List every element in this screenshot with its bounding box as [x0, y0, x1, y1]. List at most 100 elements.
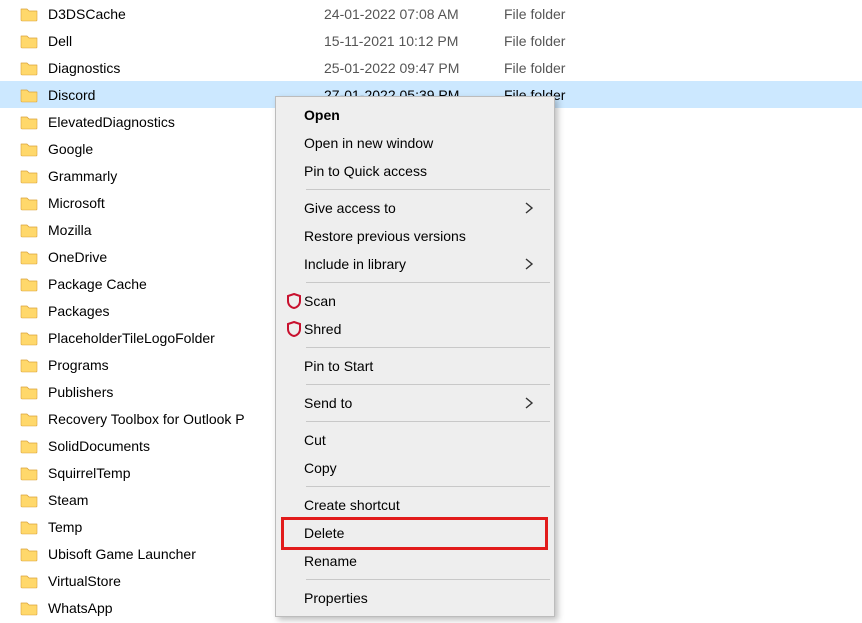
file-name-cell: D3DSCache	[20, 6, 324, 22]
blank-icon	[284, 395, 304, 411]
file-name: Steam	[48, 492, 88, 508]
blank-icon	[284, 497, 304, 513]
blank-icon	[284, 228, 304, 244]
folder-icon	[20, 6, 38, 22]
folder-icon	[20, 168, 38, 184]
file-name: Microsoft	[48, 195, 105, 211]
menu-label: Shred	[304, 321, 536, 337]
file-row[interactable]: D3DSCache24-01-2022 07:08 AMFile folder	[0, 0, 862, 27]
file-row[interactable]: Dell 15-11-2021 10:12 PMFile folder	[0, 27, 862, 54]
folder-icon	[20, 141, 38, 157]
file-name: SquirrelTemp	[48, 465, 130, 481]
blank-icon	[284, 358, 304, 374]
menu-separator	[306, 282, 550, 283]
menu-open[interactable]: Open	[278, 101, 552, 129]
file-date: 25-01-2022 09:47 PM	[324, 60, 504, 76]
blank-icon	[284, 590, 304, 606]
menu-label: Pin to Quick access	[304, 163, 536, 179]
context-menu: Open Open in new window Pin to Quick acc…	[275, 96, 555, 617]
folder-icon	[20, 87, 38, 103]
file-date: 15-11-2021 10:12 PM	[324, 33, 504, 49]
blank-icon	[284, 460, 304, 476]
folder-icon	[20, 60, 38, 76]
folder-icon	[20, 114, 38, 130]
folder-icon	[20, 303, 38, 319]
menu-pin-to-start[interactable]: Pin to Start	[278, 352, 552, 380]
blank-icon	[284, 525, 304, 541]
blank-icon	[284, 163, 304, 179]
folder-icon	[20, 411, 38, 427]
menu-pin-quick-access[interactable]: Pin to Quick access	[278, 157, 552, 185]
shield-icon	[284, 321, 304, 337]
menu-copy[interactable]: Copy	[278, 454, 552, 482]
menu-label: Open	[304, 107, 536, 123]
menu-include-in-library[interactable]: Include in library	[278, 250, 552, 278]
menu-separator	[306, 579, 550, 580]
menu-rename[interactable]: Rename	[278, 547, 552, 575]
menu-delete[interactable]: Delete	[278, 519, 552, 547]
menu-properties[interactable]: Properties	[278, 584, 552, 612]
file-name: D3DSCache	[48, 6, 126, 22]
menu-label: Rename	[304, 553, 536, 569]
file-name: WhatsApp	[48, 600, 113, 616]
folder-icon	[20, 195, 38, 211]
menu-send-to[interactable]: Send to	[278, 389, 552, 417]
menu-scan[interactable]: Scan	[278, 287, 552, 315]
file-name: Publishers	[48, 384, 113, 400]
folder-icon	[20, 222, 38, 238]
menu-give-access-to[interactable]: Give access to	[278, 194, 552, 222]
blank-icon	[284, 256, 304, 272]
file-type: File folder	[504, 6, 624, 22]
file-name: Packages	[48, 303, 109, 319]
menu-label: Give access to	[304, 200, 522, 216]
folder-icon	[20, 465, 38, 481]
folder-icon	[20, 573, 38, 589]
blank-icon	[284, 553, 304, 569]
chevron-right-icon	[522, 201, 536, 215]
menu-shred[interactable]: Shred	[278, 315, 552, 343]
file-name: Package Cache	[48, 276, 147, 292]
menu-label: Include in library	[304, 256, 522, 272]
file-name: Google	[48, 141, 93, 157]
menu-restore-previous[interactable]: Restore previous versions	[278, 222, 552, 250]
file-type: File folder	[504, 60, 624, 76]
menu-separator	[306, 384, 550, 385]
file-name: Programs	[48, 357, 109, 373]
folder-icon	[20, 276, 38, 292]
file-type: File folder	[504, 33, 624, 49]
file-name: PlaceholderTileLogoFolder	[48, 330, 215, 346]
file-name: Grammarly	[48, 168, 117, 184]
folder-icon	[20, 492, 38, 508]
menu-label: Restore previous versions	[304, 228, 536, 244]
file-name: Dell	[48, 33, 72, 49]
menu-label: Pin to Start	[304, 358, 536, 374]
folder-icon	[20, 33, 38, 49]
file-row[interactable]: Diagnostics 25-01-2022 09:47 PMFile folde…	[0, 54, 862, 81]
menu-separator	[306, 189, 550, 190]
menu-label: Send to	[304, 395, 522, 411]
folder-icon	[20, 249, 38, 265]
file-name: Discord	[48, 87, 95, 103]
menu-create-shortcut[interactable]: Create shortcut	[278, 491, 552, 519]
file-name: Temp	[48, 519, 82, 535]
folder-icon	[20, 438, 38, 454]
menu-label: Delete	[304, 525, 536, 541]
blank-icon	[284, 107, 304, 123]
menu-cut[interactable]: Cut	[278, 426, 552, 454]
file-name: Diagnostics	[48, 60, 120, 76]
menu-label: Open in new window	[304, 135, 536, 151]
menu-label: Create shortcut	[304, 497, 536, 513]
file-name: ElevatedDiagnostics	[48, 114, 175, 130]
folder-icon	[20, 519, 38, 535]
folder-icon	[20, 357, 38, 373]
file-name: VirtualStore	[48, 573, 121, 589]
file-name: SolidDocuments	[48, 438, 150, 454]
menu-separator	[306, 347, 550, 348]
menu-separator	[306, 421, 550, 422]
menu-label: Properties	[304, 590, 536, 606]
blank-icon	[284, 135, 304, 151]
folder-icon	[20, 330, 38, 346]
menu-open-new-window[interactable]: Open in new window	[278, 129, 552, 157]
file-name: OneDrive	[48, 249, 107, 265]
chevron-right-icon	[522, 257, 536, 271]
